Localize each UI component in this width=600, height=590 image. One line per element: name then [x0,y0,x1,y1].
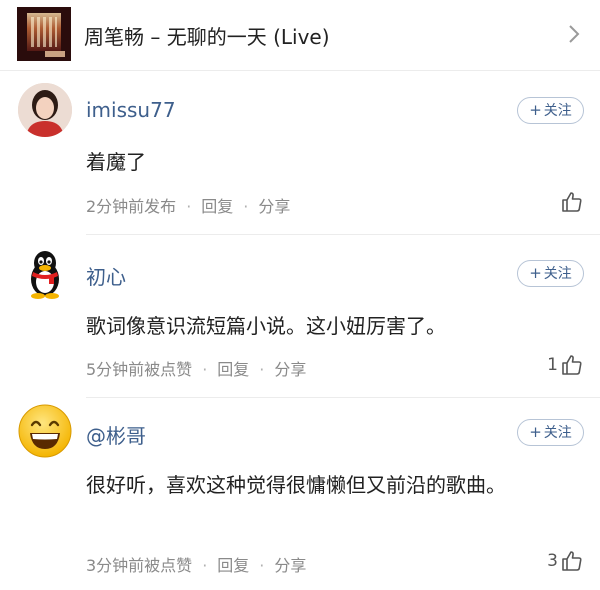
reply-button[interactable]: 回复 [217,360,249,379]
like-button[interactable] [558,189,584,215]
avatar[interactable] [18,83,72,137]
comment-time: 5分钟前被点赞 [86,360,193,379]
share-button[interactable]: 分享 [274,556,306,575]
thumbs-up-icon [562,192,582,212]
share-button[interactable]: 分享 [274,360,306,379]
album-cover [17,7,71,61]
comment-username[interactable]: @彬哥 [86,420,146,449]
reply-button[interactable]: 回复 [201,197,233,216]
plus-icon: + [529,264,542,282]
thumbs-up-icon [562,551,582,571]
song-header[interactable]: 周笔畅 – 无聊的一天 (Live) [0,0,600,71]
like-button[interactable]: 3 [547,548,584,574]
like-count: 3 [547,551,558,571]
comment-username[interactable]: imissu77 [86,98,176,122]
comment-text: 歌词像意识流短篇小说。这小妞厉害了。 [86,314,446,338]
avatar[interactable] [18,247,72,301]
plus-icon: + [529,101,542,119]
reply-button[interactable]: 回复 [217,556,249,575]
chevron-right-icon[interactable] [564,24,584,44]
comment-item: 初心 + 关注 歌词像意识流短篇小说。这小妞厉害了。 5分钟前被点赞 · 回复 · 分享 … [0,235,600,398]
avatar[interactable] [18,404,72,458]
like-count: 1 [547,355,558,375]
thumbs-up-icon [562,355,582,375]
comment-meta: 2分钟前发布 · 回复 · 分享 [86,197,291,216]
plus-icon: + [529,423,542,441]
comment-item: @彬哥 + 关注 很好听，喜欢这种觉得很慵懒但又前沿的歌曲。 3分钟前被点赞 · 回复… [0,398,600,590]
comment-time: 2分钟前发布 [86,197,177,216]
follow-button[interactable]: + 关注 [517,97,584,124]
comment-item: imissu77 + 关注 着魔了 2分钟前发布 · 回复 · 分享 [0,71,600,235]
like-button[interactable]: 1 [547,352,584,378]
comment-meta: 3分钟前被点赞 · 回复 · 分享 [86,556,307,575]
comment-text: 着魔了 [86,150,146,174]
share-button[interactable]: 分享 [258,197,290,216]
song-title: 周笔畅 – 无聊的一天 (Live) [84,25,330,49]
follow-button[interactable]: + 关注 [517,419,584,446]
comment-meta: 5分钟前被点赞 · 回复 · 分享 [86,360,307,379]
follow-button[interactable]: + 关注 [517,260,584,287]
comment-time: 3分钟前被点赞 [86,556,193,575]
comment-text: 很好听，喜欢这种觉得很慵懒但又前沿的歌曲。 [86,473,506,497]
comment-username[interactable]: 初心 [86,261,126,290]
